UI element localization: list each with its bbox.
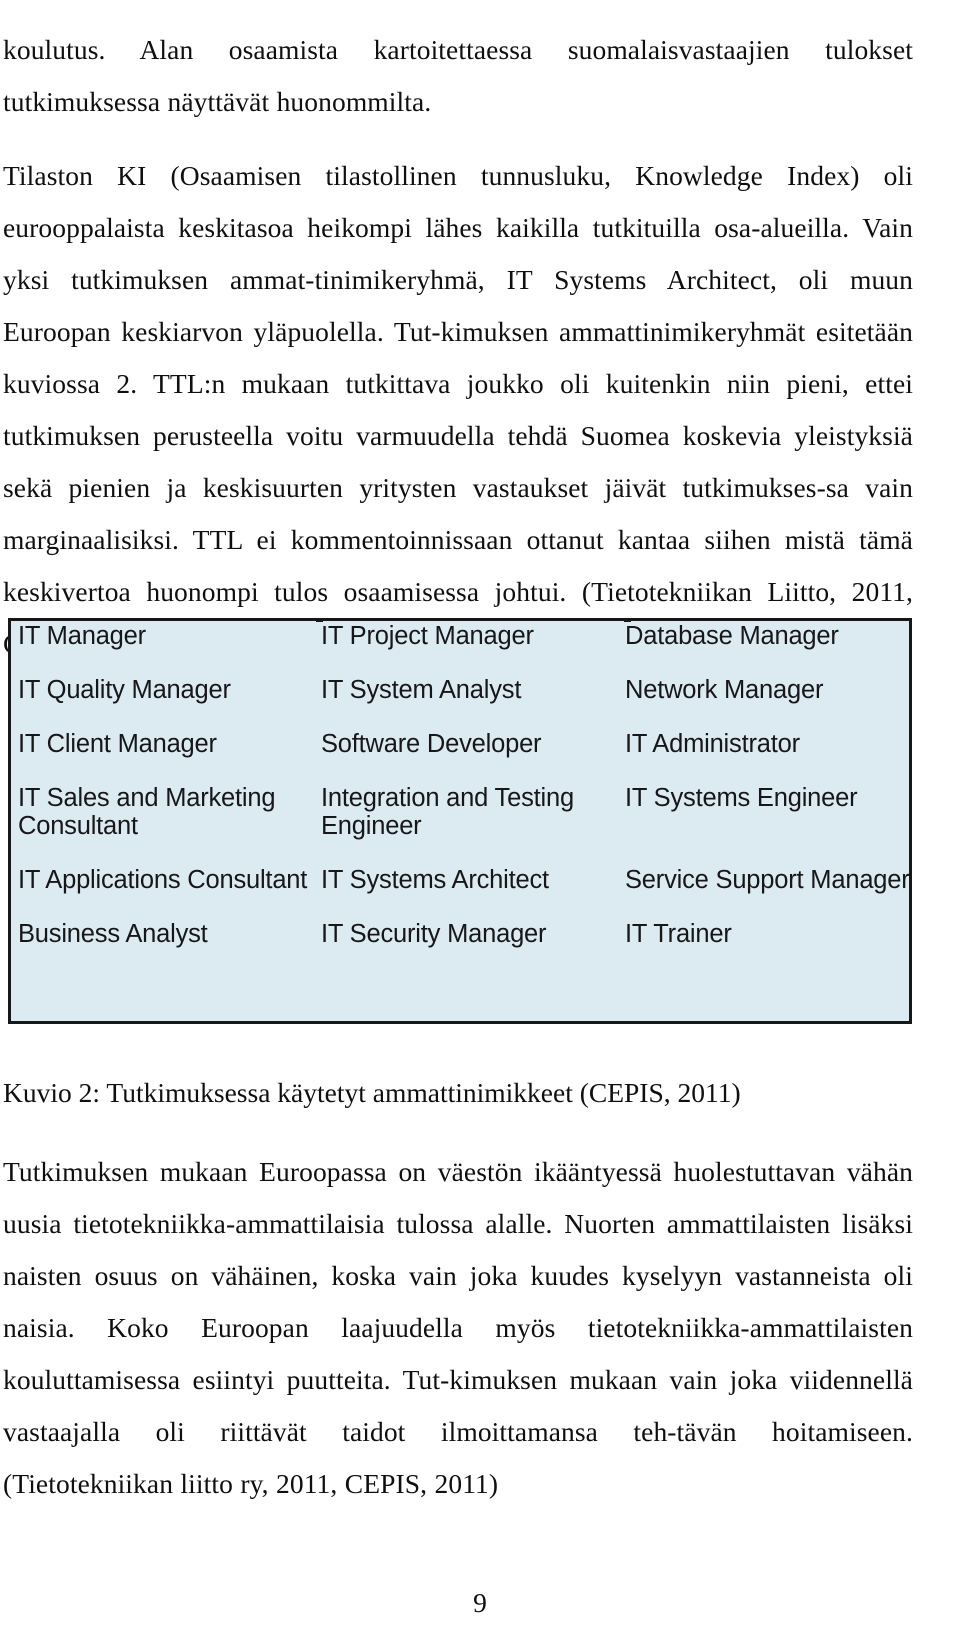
document-page: koulutus. Alan osaamista kartoitettaessa… [0, 0, 960, 1643]
job-title-item: IT Systems Engineer [625, 784, 858, 812]
job-title-item: Service Support Manager [625, 866, 910, 894]
paragraph-bottom: Tutkimuksen mukaan Euroopassa on väestön… [3, 1155, 913, 1499]
job-title-item: Software Developer [321, 730, 542, 758]
job-title-item: IT Project Manager [321, 622, 534, 650]
paragraph-main: Tilaston KI (Osaamisen tilastollinen tun… [3, 159, 913, 659]
job-title-item: IT Manager [18, 622, 146, 650]
figure-job-titles-grid: IT Manager IT Quality Manager IT Client … [11, 621, 910, 1021]
job-title-item: IT Trainer [625, 920, 732, 948]
job-title-item: IT Systems Architect [321, 866, 549, 894]
job-title-item: Network Manager [625, 676, 824, 704]
page-number: 9 [473, 1587, 487, 1618]
figure-job-titles-box: IT Manager IT Quality Manager IT Client … [8, 618, 912, 1024]
job-title-item: IT Security Manager [321, 920, 547, 948]
job-title-item: Integration and Testing Engineer [321, 784, 574, 840]
job-title-item: IT Sales and Marketing Consultant [18, 784, 276, 840]
job-title-item: IT Applications Consultant [18, 866, 308, 894]
job-title-item: IT System Analyst [321, 676, 522, 704]
figure-caption: Kuvio 2: Tutkimuksessa käytetyt ammattin… [3, 1076, 741, 1108]
job-title-item: Database Manager [625, 622, 839, 650]
job-title-item: IT Quality Manager [18, 676, 231, 704]
paragraph-top-continuation: koulutus. Alan osaamista kartoitettaessa… [3, 33, 913, 117]
job-title-item: IT Client Manager [18, 730, 217, 758]
job-title-item: IT Administrator [625, 730, 800, 758]
job-title-item: Business Analyst [18, 920, 208, 948]
